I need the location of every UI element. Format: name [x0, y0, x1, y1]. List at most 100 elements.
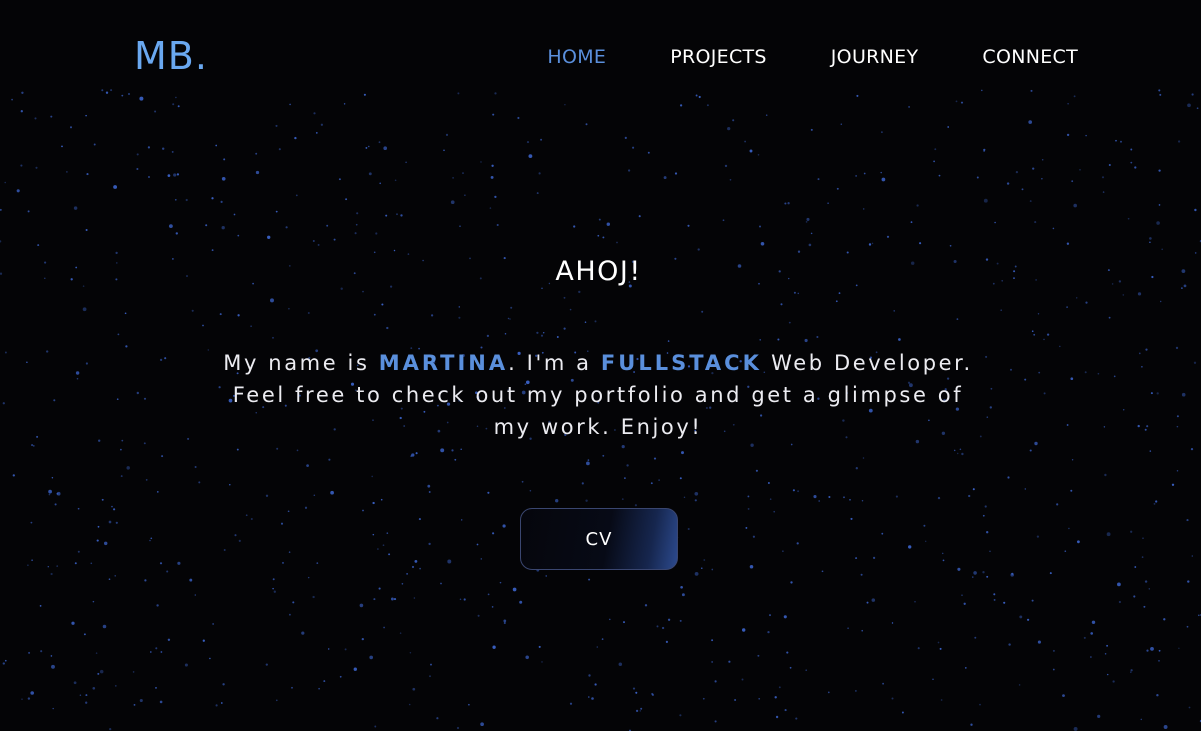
star-dot — [1083, 636, 1086, 639]
star-dot — [1106, 644, 1109, 647]
star-dot — [173, 173, 177, 177]
star-dot — [1118, 600, 1122, 604]
star-dot — [272, 587, 274, 590]
star-dot — [1186, 625, 1189, 628]
star-dot — [85, 694, 88, 697]
star-dot — [601, 638, 604, 640]
star-dot — [1175, 346, 1179, 350]
star-dot — [711, 661, 713, 663]
star-dot — [626, 464, 629, 467]
star-dot — [462, 172, 464, 174]
star-dot — [66, 171, 68, 173]
nav-link-journey[interactable]: JOURNEY — [831, 44, 919, 70]
cv-button[interactable]: CV — [520, 508, 678, 570]
star-dot — [910, 221, 913, 223]
star-dot — [460, 519, 463, 521]
star-dot — [979, 703, 981, 706]
nav-link-home[interactable]: HOME — [547, 44, 606, 70]
star-dot — [744, 140, 747, 143]
star-dot — [767, 630, 770, 634]
star-dot — [796, 542, 799, 545]
star-dot — [154, 110, 157, 113]
star-dot — [1130, 671, 1132, 673]
star-dot — [96, 539, 99, 542]
star-dot — [211, 249, 214, 252]
star-dot — [528, 154, 533, 159]
star-dot — [53, 399, 56, 402]
star-dot — [1003, 601, 1006, 604]
star-dot — [821, 570, 824, 573]
star-dot — [31, 444, 34, 447]
star-dot — [136, 167, 139, 171]
star-dot — [1149, 241, 1151, 243]
star-dot — [755, 469, 758, 472]
star-dot — [1148, 588, 1151, 590]
star-dot — [1032, 167, 1035, 170]
star-dot — [752, 535, 756, 538]
star-dot — [1144, 580, 1148, 583]
star-dot — [1134, 566, 1137, 568]
star-dot — [30, 691, 34, 695]
star-dot — [54, 503, 57, 506]
star-dot — [1156, 694, 1159, 697]
star-dot — [316, 562, 319, 564]
star-dot — [73, 206, 78, 210]
star-dot — [102, 624, 107, 629]
star-dot — [855, 557, 858, 560]
star-dot — [759, 225, 761, 228]
star-dot — [941, 552, 944, 555]
star-dot — [714, 680, 717, 683]
star-dot — [974, 636, 977, 639]
star-dot — [361, 637, 364, 641]
star-dot — [667, 340, 670, 342]
nav-link-connect[interactable]: CONNECT — [982, 44, 1078, 70]
star-dot — [339, 675, 342, 678]
star-dot — [687, 527, 690, 531]
star-dot — [1149, 237, 1152, 240]
star-dot — [52, 707, 54, 710]
star-dot — [126, 466, 130, 470]
intro-text-2: . I'm a — [508, 351, 601, 375]
star-dot — [623, 621, 625, 624]
star-dot — [400, 214, 403, 217]
star-dot — [891, 697, 894, 700]
star-dot — [103, 541, 108, 546]
star-dot — [167, 174, 171, 177]
star-dot — [1108, 316, 1111, 319]
star-dot — [932, 678, 934, 681]
star-dot — [813, 495, 817, 499]
star-dot — [861, 500, 864, 502]
star-dot — [143, 397, 147, 400]
star-dot — [16, 189, 20, 193]
star-dot — [440, 448, 445, 453]
nav-link-projects[interactable]: PROJECTS — [670, 44, 767, 70]
star-dot — [212, 623, 214, 625]
star-dot — [919, 242, 922, 245]
star-dot — [1031, 330, 1034, 333]
star-dot — [916, 204, 919, 207]
star-dot — [219, 313, 222, 316]
star-dot — [373, 598, 376, 601]
star-dot — [895, 495, 898, 498]
logo[interactable]: MB. — [134, 34, 208, 78]
star-dot — [1160, 300, 1162, 303]
star-dot — [1137, 424, 1140, 428]
star-dot — [177, 561, 181, 565]
star-dot — [749, 149, 753, 153]
star-dot — [464, 194, 466, 196]
star-dot — [780, 303, 783, 306]
star-dot — [734, 699, 737, 701]
star-dot — [786, 651, 789, 654]
star-dot — [97, 672, 100, 675]
star-dot — [1070, 489, 1073, 492]
star-dot — [1103, 426, 1106, 428]
star-dot — [494, 195, 497, 199]
star-dot — [949, 244, 952, 247]
star-dot — [893, 310, 895, 312]
star-dot — [594, 320, 597, 323]
star-dot — [408, 703, 411, 706]
star-dot — [32, 444, 35, 447]
star-dot — [759, 339, 761, 341]
star-dot — [1188, 706, 1191, 709]
star-dot — [28, 651, 31, 654]
